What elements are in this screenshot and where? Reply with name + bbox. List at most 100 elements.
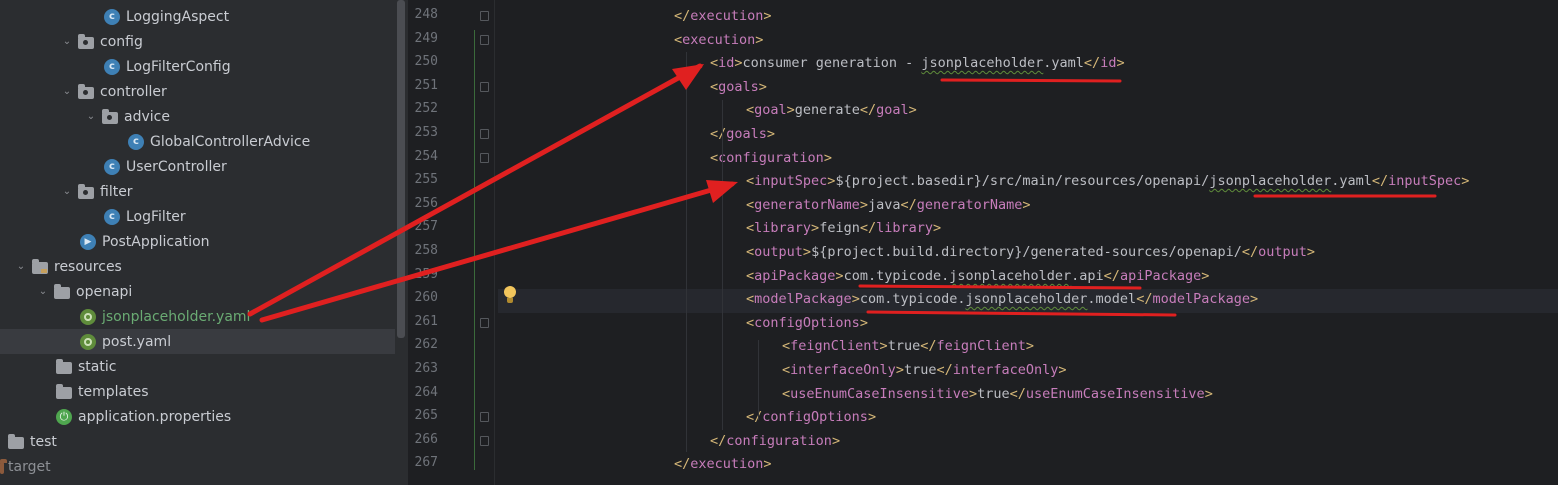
tree-item-label: post.yaml	[102, 333, 172, 350]
code-line[interactable]: </execution>	[674, 452, 772, 476]
code-line[interactable]: <inputSpec>${project.basedir}/src/main/r…	[746, 169, 1469, 193]
tree-item-advice[interactable]: ⌄ advice	[0, 104, 395, 129]
xml-tag-name: interfaceOnly	[952, 362, 1059, 378]
tree-item-label: static	[78, 358, 117, 375]
folder-icon	[56, 383, 72, 399]
xml-bracket: >	[1204, 386, 1213, 402]
tree-item-openapi[interactable]: ⌄ openapi	[0, 279, 395, 304]
xml-tag-name: apiPackage	[754, 268, 836, 284]
code-line[interactable]: </execution>	[674, 4, 772, 28]
tree-item-label: LoggingAspect	[126, 8, 230, 25]
xml-bracket: <	[746, 291, 755, 307]
xml-bracket: >	[766, 126, 776, 142]
java-class-icon: c	[104, 8, 120, 25]
tree-item-filter[interactable]: ⌄ filter	[0, 179, 395, 204]
chevron-down-icon[interactable]: ⌄	[62, 186, 72, 197]
code-line[interactable]: </configuration>	[710, 429, 840, 453]
xml-bracket: </	[710, 126, 727, 142]
fold-marker-icon[interactable]	[480, 318, 489, 328]
code-line[interactable]: <goal>generate</goal>	[746, 98, 917, 122]
fold-marker-icon[interactable]	[480, 129, 489, 139]
package-folder-icon	[78, 83, 94, 99]
tree-item-logfilterconfig[interactable]: c LogFilterConfig	[0, 54, 395, 79]
xml-bracket: </	[710, 433, 727, 449]
chevron-down-icon[interactable]: ⌄	[86, 111, 96, 122]
chevron-down-icon[interactable]: ⌄	[16, 261, 26, 272]
xml-bracket: >	[1116, 55, 1125, 71]
xml-tag-name: library	[876, 220, 933, 236]
code-editor[interactable]: 248 249 250 251 252 253 254 255 256 257 258 259 260 2…	[408, 0, 1558, 485]
intention-bulb-icon[interactable]	[502, 286, 518, 306]
tree-item-jsonplaceholder-yaml[interactable]: jsonplaceholder.yaml	[0, 304, 395, 329]
code-line[interactable]: <modelPackage>com.typicode.jsonplacehold…	[746, 287, 1258, 311]
xml-tag-name: configOptions	[762, 409, 868, 425]
tree-item-globalcontrolleradvice[interactable]: c GlobalControllerAdvice	[0, 129, 395, 154]
tree-scrollbar[interactable]	[395, 0, 408, 485]
tree-item-label: LogFilterConfig	[126, 58, 231, 75]
line-number: 253	[414, 125, 438, 140]
xml-bracket: <	[746, 173, 755, 189]
tree-item-application-properties[interactable]: ⏻ application.properties	[0, 404, 395, 429]
code-line[interactable]: <generatorName>java</generatorName>	[746, 193, 1031, 217]
fold-marker-icon[interactable]	[480, 153, 489, 163]
code-line[interactable]: <useEnumCaseInsensitive>true</useEnumCas…	[782, 382, 1213, 406]
line-number: 262	[414, 337, 438, 352]
tree-item-logfilter[interactable]: c LogFilter	[0, 204, 395, 229]
openapi-yaml-icon	[80, 333, 96, 350]
tree-item-controller[interactable]: ⌄ controller	[0, 79, 395, 104]
fold-marker-icon[interactable]	[480, 11, 489, 21]
tree-item-static[interactable]: static	[0, 354, 395, 379]
code-line[interactable]: </configOptions>	[746, 405, 876, 429]
xml-bracket: >	[859, 315, 868, 331]
code-line[interactable]: <library>feign</library>	[746, 216, 941, 240]
fold-marker-icon[interactable]	[480, 35, 489, 45]
resources-folder-icon	[32, 258, 48, 274]
code-line[interactable]: <goals>	[710, 75, 767, 99]
chevron-down-icon[interactable]: ⌄	[62, 86, 72, 97]
tree-item-test[interactable]: test	[0, 429, 395, 454]
gutter-separator	[494, 0, 495, 485]
tree-scrollbar-thumb[interactable]	[397, 0, 405, 338]
tree-item-config[interactable]: ⌄ config	[0, 29, 395, 54]
xml-bracket: <	[746, 244, 755, 260]
xml-text: true	[977, 386, 1010, 402]
tree-item-templates[interactable]: templates	[0, 379, 395, 404]
tree-item-label: application.properties	[78, 408, 232, 425]
fold-marker-icon[interactable]	[480, 412, 489, 422]
xml-bracket: >	[879, 338, 888, 354]
xml-bracket: <	[746, 315, 755, 331]
fold-marker-icon[interactable]	[480, 82, 489, 92]
line-number: 251	[414, 78, 438, 93]
xml-text: com.typicode.jsonplaceholder.model	[859, 291, 1137, 307]
tree-item-postapplication[interactable]: ▶ PostApplication	[0, 229, 395, 254]
tree-item-usercontroller[interactable]: c UserController	[0, 154, 395, 179]
xml-text: consumer generation - jsonplaceholder.ya…	[742, 55, 1084, 71]
code-line[interactable]: <apiPackage>com.typicode.jsonplaceholder…	[746, 264, 1209, 288]
tree-item-label: test	[30, 433, 57, 450]
code-line[interactable]: <execution>	[674, 28, 763, 52]
tree-item-loggingaspect[interactable]: c LoggingAspect	[0, 4, 395, 29]
chevron-down-icon[interactable]: ⌄	[62, 36, 72, 47]
tree-item-post-yaml[interactable]: post.yaml	[0, 329, 395, 354]
code-line[interactable]: <configuration>	[710, 146, 832, 170]
tree-item-label: LogFilter	[126, 208, 186, 225]
xml-bracket: >	[1201, 268, 1210, 284]
code-line[interactable]: <configOptions>	[746, 311, 868, 335]
tree-item-label: filter	[100, 183, 133, 200]
code-line[interactable]: </goals>	[710, 122, 775, 146]
code-line[interactable]: <output>${project.build.directory}/gener…	[746, 240, 1315, 264]
xml-bracket: </	[1009, 386, 1026, 402]
xml-bracket: </	[859, 102, 877, 118]
xml-tag-name: execution	[682, 32, 756, 48]
xml-tag-name: inputSpec	[1388, 173, 1462, 189]
tree-item-target[interactable]: target	[0, 454, 395, 479]
fold-marker-icon[interactable]	[480, 436, 489, 446]
line-number: 248	[414, 7, 438, 22]
java-class-icon: c	[104, 208, 120, 225]
xml-bracket: >	[933, 220, 942, 236]
chevron-down-icon[interactable]: ⌄	[38, 286, 48, 297]
code-line[interactable]: <id>consumer generation - jsonplaceholde…	[710, 51, 1125, 75]
tree-item-resources[interactable]: ⌄ resources	[0, 254, 395, 279]
code-line[interactable]: <feignClient>true</feignClient>	[782, 334, 1034, 358]
code-line[interactable]: <interfaceOnly>true</interfaceOnly>	[782, 358, 1067, 382]
